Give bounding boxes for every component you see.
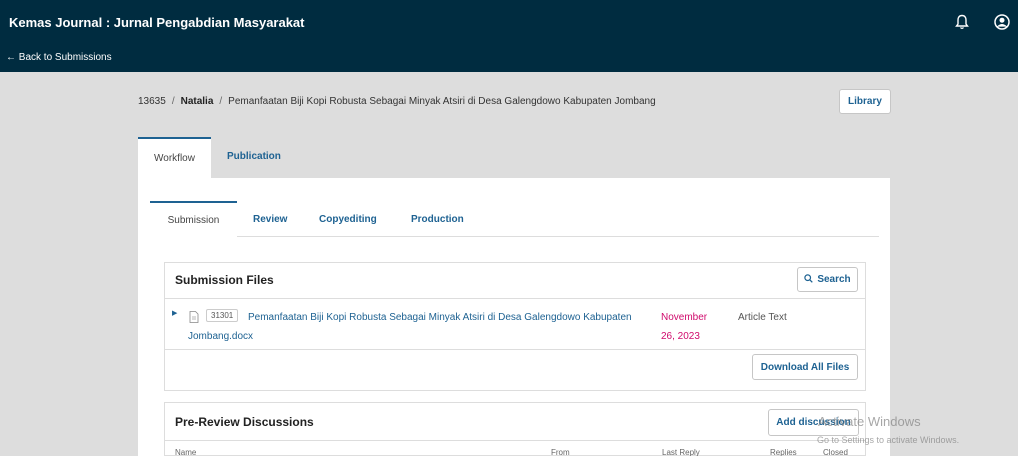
column-header-closed: Closed (823, 448, 848, 456)
breadcrumb: 13635 / Natalia / Pemanfaatan Biji Kopi Robu… (138, 96, 656, 107)
search-button-label: Search (817, 274, 851, 285)
search-icon (804, 273, 814, 286)
back-to-submissions-link[interactable]: ← Back to Submissions (6, 52, 112, 63)
tab-workflow[interactable]: Workflow (138, 137, 211, 178)
card-divider (165, 440, 865, 441)
submission-author: Natalia (180, 96, 214, 107)
tab-submission[interactable]: Submission (150, 201, 237, 237)
submission-files-title: Submission Files (175, 273, 274, 287)
tab-publication[interactable]: Publication (227, 151, 281, 162)
tab-copyediting[interactable]: Copyediting (319, 214, 377, 225)
column-header-replies: Replies (770, 448, 797, 456)
file-date: November 26, 2023 (661, 312, 708, 342)
app-title[interactable]: Kemas Journal : Jurnal Pengabdian Masyar… (9, 15, 305, 30)
file-type: Article Text (738, 312, 787, 323)
discussions-card (164, 402, 866, 456)
file-name-text: Pemanfaatan Biji Kopi Robusta Sebagai Mi… (188, 312, 632, 342)
breadcrumb-separator: / (171, 96, 175, 107)
file-name-link[interactable]: Pemanfaatan Biji Kopi Robusta Sebagai Mi… (188, 308, 648, 346)
breadcrumb-separator: / (219, 96, 223, 107)
submission-id: 13635 (138, 96, 166, 107)
card-divider (165, 298, 865, 299)
search-button[interactable]: Search (797, 267, 858, 292)
expand-row-icon[interactable]: ▶ (172, 309, 177, 317)
user-icon[interactable] (992, 12, 1012, 32)
submission-title: Pemanfaatan Biji Kopi Robusta Sebagai Mi… (228, 96, 656, 107)
activation-watermark-text: Go to Settings to activate Windows. (817, 435, 960, 445)
tab-production[interactable]: Production (411, 214, 464, 225)
bell-icon[interactable] (952, 12, 972, 32)
library-button[interactable]: Library (839, 89, 891, 114)
column-header-name: Name (175, 448, 197, 456)
download-all-files-button[interactable]: Download All Files (752, 354, 858, 380)
activation-watermark-title: Activate Windows (818, 414, 921, 429)
card-divider (165, 349, 865, 350)
tab-review[interactable]: Review (253, 214, 287, 225)
stage-tab-divider (150, 236, 879, 237)
discussions-title: Pre-Review Discussions (175, 415, 314, 429)
column-header-from: From (551, 448, 570, 456)
top-bar: Kemas Journal : Jurnal Pengabdian Masyar… (0, 0, 1018, 72)
column-header-last-reply: Last Reply (662, 448, 700, 456)
